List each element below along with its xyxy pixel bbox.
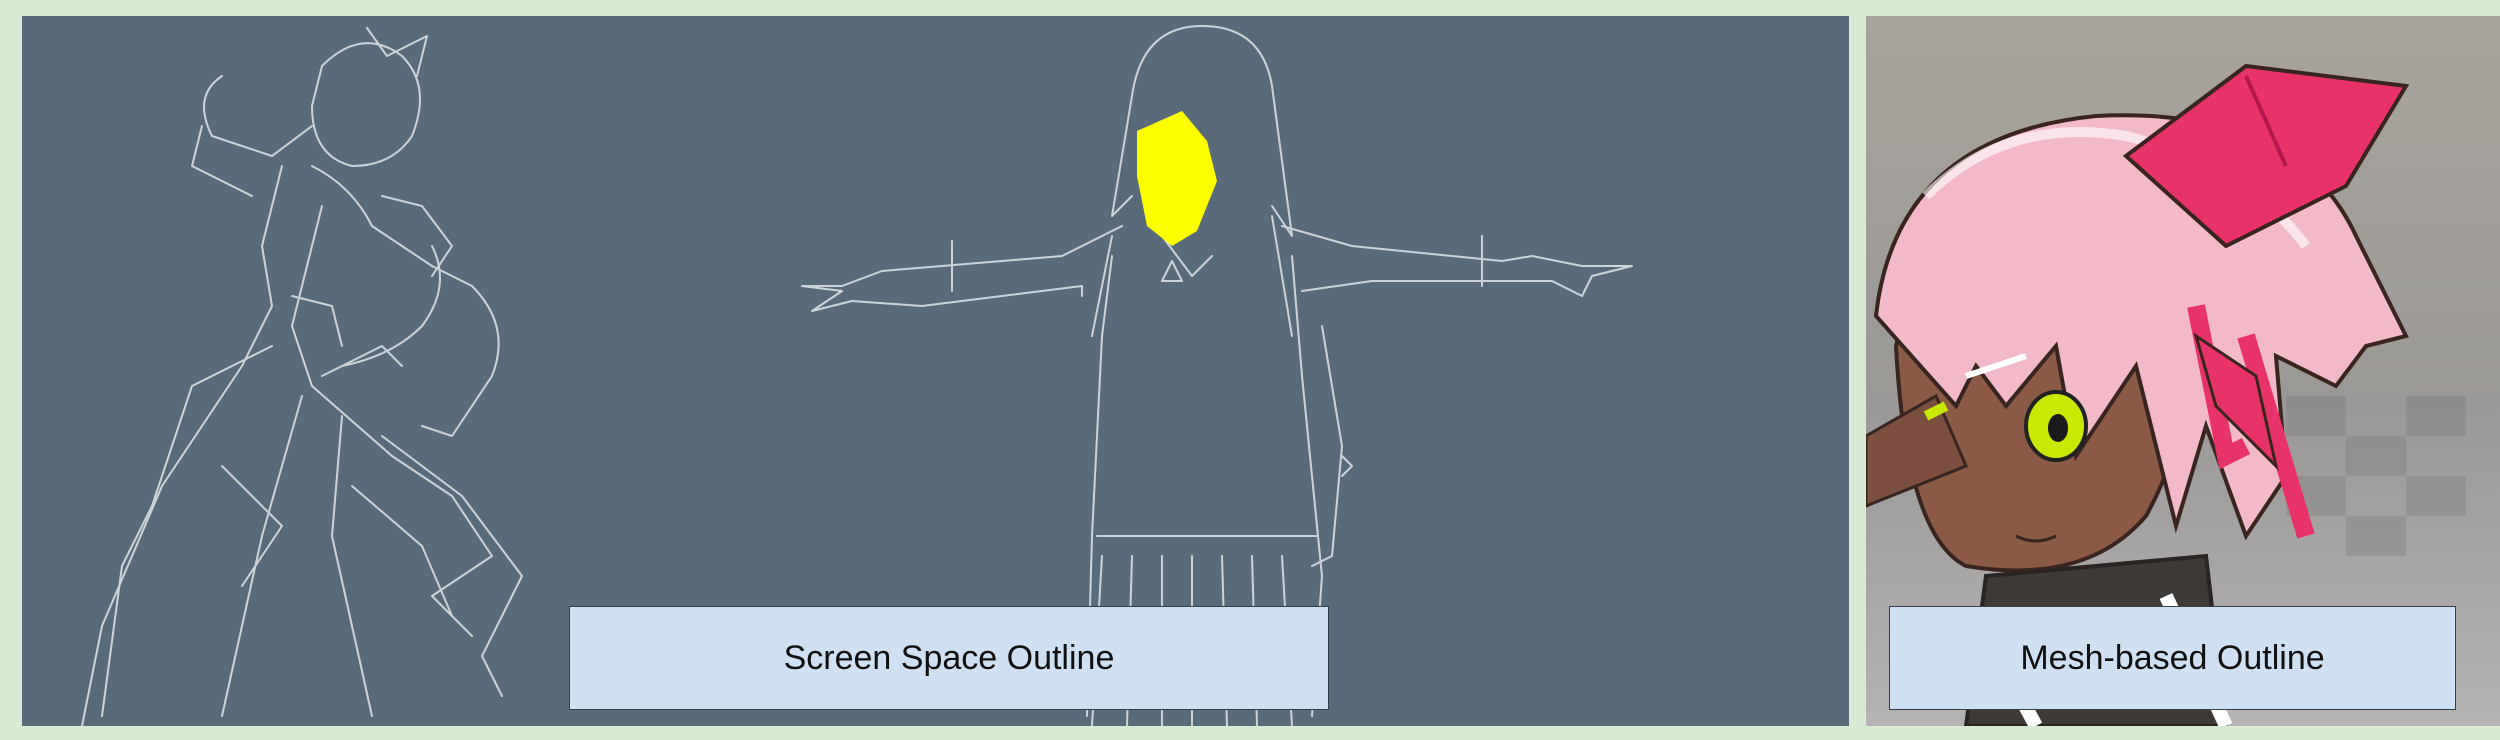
mesh-based-outline-panel: Mesh-based Outline xyxy=(1866,16,2500,726)
highlighted-face xyxy=(1137,111,1217,246)
mesh-based-outline-caption: Mesh-based Outline xyxy=(1889,606,2456,710)
screen-space-outline-panel: Screen Space Outline xyxy=(22,16,1849,726)
left-character-outline xyxy=(81,27,523,726)
screen-space-outline-caption: Screen Space Outline xyxy=(569,606,1329,710)
